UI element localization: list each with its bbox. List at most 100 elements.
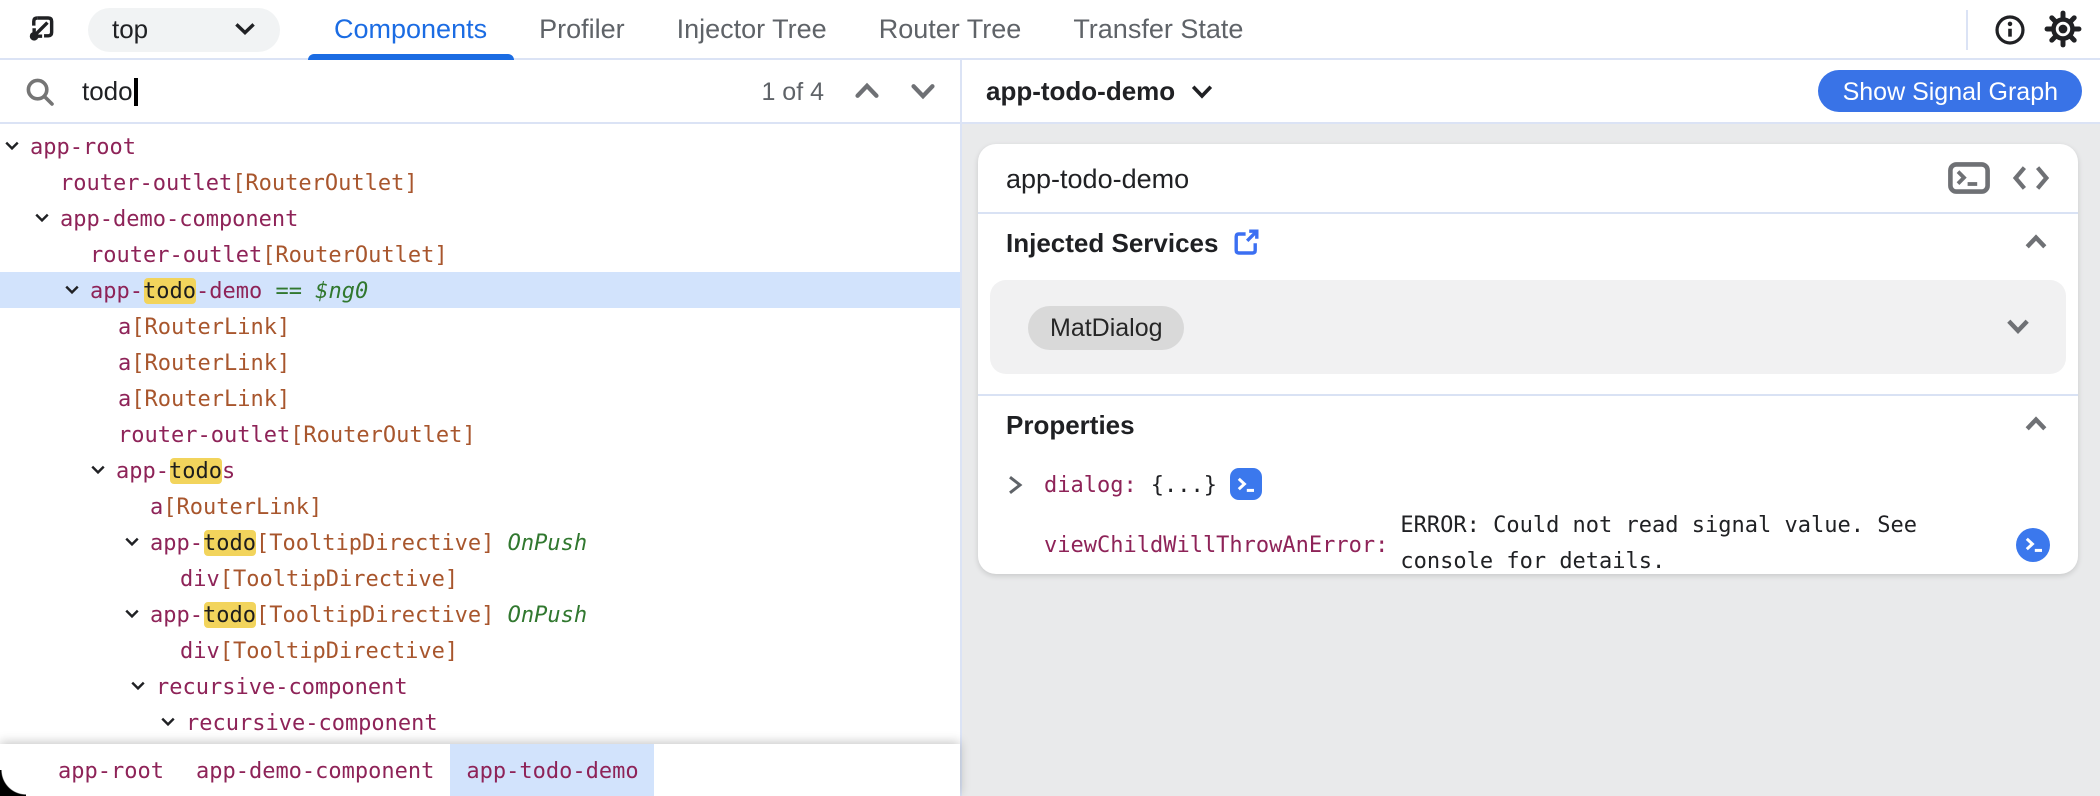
search-query: todo [82,76,133,106]
chevron-down-icon[interactable] [64,284,90,296]
selected-component-name: app-todo-demo [986,76,1176,106]
tree-node-text: OnPush [494,601,588,627]
chevron-down-icon[interactable] [130,680,156,692]
tree-row[interactable]: app-todo s [0,452,960,488]
tree-node-text: [RouterLink] [131,313,291,339]
tree-row[interactable]: app-root [0,128,960,164]
tree-node-text: todo [143,277,196,303]
breadcrumb-item-app-todo-demo[interactable]: app-todo-demo [450,744,655,796]
details-body: app-todo-demo Injected Services MatDialo… [962,124,2100,796]
tree-node-text: div [180,637,220,663]
terminal-icon[interactable] [1230,468,1263,500]
tree-row[interactable]: div [TooltipDirective] [0,560,960,596]
chevron-up-icon[interactable] [2022,228,2050,256]
tree-node-text: [RouterOutlet] [232,169,418,195]
chevron-down-icon[interactable] [4,140,30,152]
tree-node-text: s [222,457,236,483]
tree-node-text: todo [203,601,256,627]
chevron-up-icon[interactable] [2022,410,2050,438]
breadcrumb-item-app-root[interactable]: app-root [42,744,180,796]
terminal-icon[interactable] [1948,162,1990,194]
tree-node-text: [RouterLink] [163,493,323,519]
tree-row[interactable]: router-outlet [RouterOutlet] [0,164,960,200]
tree-row[interactable]: app-todo [TooltipDirective] OnPush [0,596,960,632]
component-details-panel: app-todo-demo Show Signal Graph app-todo… [962,60,2100,796]
tree-node-text: todo [169,457,222,483]
show-signal-graph-button[interactable]: Show Signal Graph [1818,70,2082,112]
chevron-down-icon[interactable] [34,212,60,224]
chevron-down-icon[interactable] [124,608,150,620]
tree-node-text: app- [150,529,203,555]
tree-row[interactable]: recursive-component [0,668,960,704]
search-input[interactable]: todo [82,76,138,106]
component-card: app-todo-demo Injected Services MatDialo… [978,144,2078,574]
tree-node-text: [TooltipDirective] [256,601,495,627]
toolbar-right [1966,0,2100,59]
selected-component-dropdown[interactable]: app-todo-demo [986,76,1213,106]
tree-node-text: == [262,277,316,303]
chevron-down-icon[interactable] [90,464,116,476]
tree-row[interactable]: router-outlet [RouterOutlet] [0,416,960,452]
property-value: {...} [1150,471,1217,497]
component-tree-panel: todo 1 of 4 app-root router-outlet [Router… [0,60,960,796]
property-row-dialog: dialog: {...} [1006,466,2050,502]
terminal-icon[interactable] [2016,527,2050,561]
tree-node-text: a [118,313,132,339]
frame-selector-dropdown[interactable]: top [88,7,280,51]
property-error-value: ERROR: Could not read signal value. See … [1400,512,1917,574]
window-corner [0,770,26,796]
chevron-right-icon[interactable] [1006,473,1044,495]
tab-transfer-state[interactable]: Transfer State [1047,0,1269,59]
search-icon [24,75,56,107]
tree-row[interactable]: a [RouterLink] [0,488,960,524]
tree-row[interactable]: a [RouterLink] [0,380,960,416]
card-header: app-todo-demo [978,144,2078,212]
inspect-element-icon[interactable] [18,7,62,51]
angular-devtools-window: top Components Profiler Injector Tree Route… [0,0,2100,796]
tab-router-tree[interactable]: Router Tree [853,0,1048,59]
tree-row[interactable]: app-todo -demo == $ng0 [0,272,960,308]
tab-profiler[interactable]: Profiler [513,0,651,59]
search-match-count: 1 of 4 [761,77,824,105]
tree-row[interactable]: a [RouterLink] [0,308,960,344]
tree-row[interactable]: div [TooltipDirective] [0,632,960,668]
tab-bar: Components Profiler Injector Tree Router Tr… [308,0,1269,59]
chevron-down-icon [1189,83,1213,99]
property-row-viewchild: viewChildWillThrowAnError: ERROR: Could … [1006,508,2050,580]
tree-node-text: [RouterLink] [131,385,291,411]
tab-injector-tree[interactable]: Injector Tree [651,0,853,59]
frame-selector-value: top [112,14,149,44]
next-match-icon[interactable] [900,69,944,113]
tree-node-text: [RouterOutlet] [290,421,476,447]
tree-row[interactable]: a [RouterLink] [0,344,960,380]
details-header: app-todo-demo Show Signal Graph [962,60,2100,124]
gear-icon[interactable] [2036,3,2088,55]
chevron-down-icon[interactable] [124,536,150,548]
tree-node-text: recursive-component [186,709,438,735]
info-icon[interactable] [1984,3,2036,55]
code-icon[interactable] [2012,164,2050,192]
properties-header[interactable]: Properties [978,396,2078,452]
tree-row[interactable]: app-demo-component [0,200,960,236]
tree-node-text: router-outlet [60,169,233,195]
tree-row[interactable]: router-outlet [RouterOutlet] [0,236,960,272]
external-link-icon[interactable] [1232,228,1260,256]
chevron-down-icon [234,22,256,36]
previous-match-icon[interactable] [844,69,888,113]
property-key[interactable]: dialog: [1044,471,1137,497]
injected-services-header[interactable]: Injected Services [978,214,2078,270]
breadcrumb: app-root app-demo-component app-todo-demo [0,744,960,796]
tree-node-text: OnPush [494,529,588,555]
property-key[interactable]: viewChildWillThrowAnError: [1044,531,1388,557]
toolbar: top Components Profiler Injector Tree Route… [0,0,2100,60]
tree-row[interactable]: recursive-component [0,704,960,740]
chevron-down-icon[interactable] [160,716,186,728]
tree-node-text: recursive-component [156,673,408,699]
tab-components[interactable]: Components [308,0,513,59]
injected-services-title: Injected Services [1006,227,1219,257]
chevron-down-icon[interactable] [2004,314,2032,340]
service-chip[interactable]: MatDialog [1028,305,1185,349]
tree-row[interactable]: app-todo [TooltipDirective] OnPush [0,524,960,560]
text-caret [134,77,138,105]
breadcrumb-item-app-demo-component[interactable]: app-demo-component [180,744,450,796]
